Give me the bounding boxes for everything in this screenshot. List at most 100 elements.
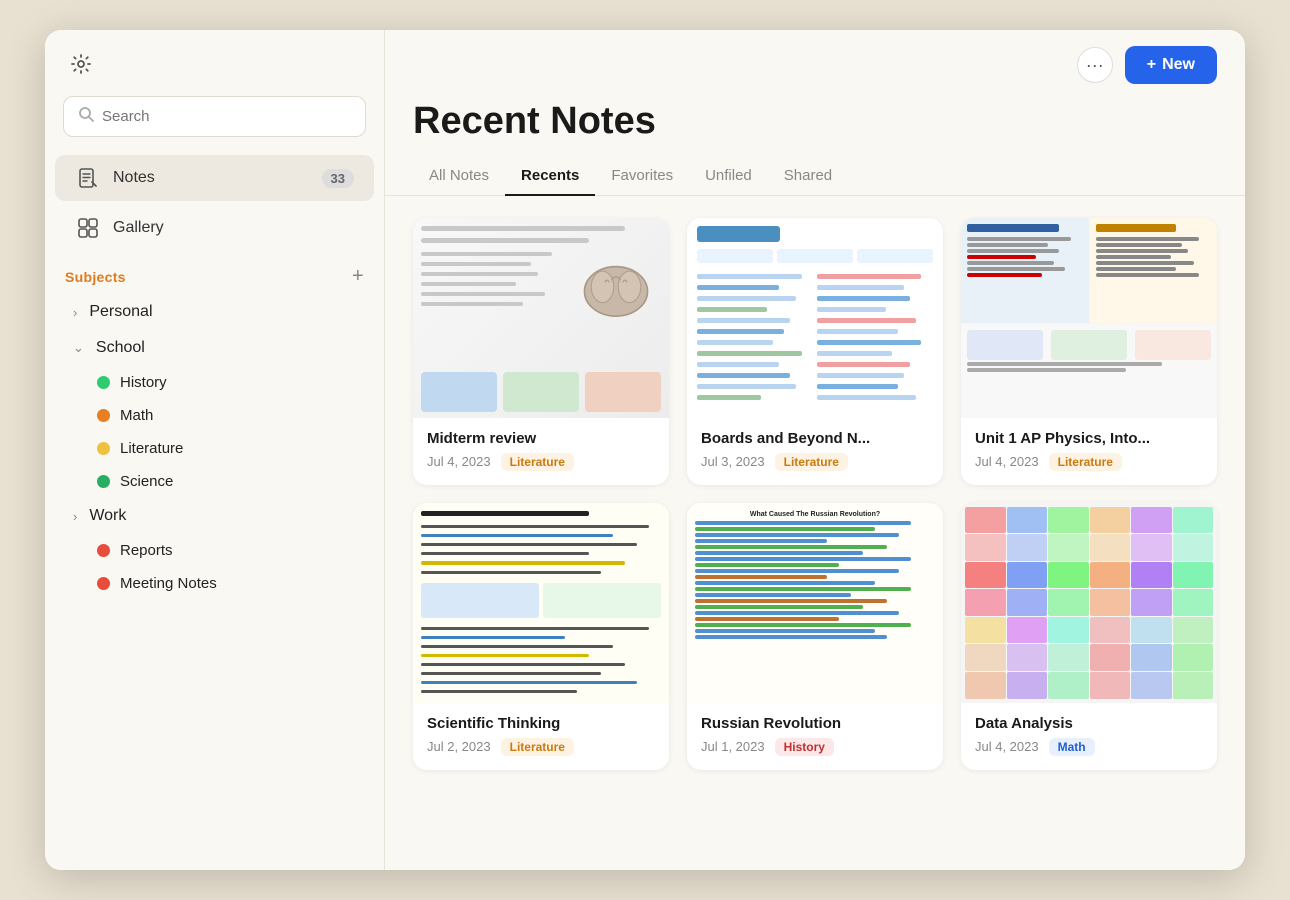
reports-label: Reports bbox=[120, 542, 173, 559]
chevron-down-icon: ⌄ bbox=[73, 340, 84, 356]
note-thumbnail-2 bbox=[687, 218, 943, 418]
note-title-4: Scientific Thinking bbox=[427, 715, 655, 732]
note-card-midterm[interactable]: Midterm review Jul 4, 2023 Literature bbox=[413, 218, 669, 485]
tab-shared[interactable]: Shared bbox=[768, 159, 848, 196]
note-card-russian[interactable]: What Caused The Russian Revolution? bbox=[687, 503, 943, 770]
note-date-1: Jul 4, 2023 bbox=[427, 454, 491, 469]
chevron-right-icon-work: › bbox=[73, 509, 77, 524]
note-meta-1: Jul 4, 2023 Literature bbox=[427, 453, 655, 471]
note-date-2: Jul 3, 2023 bbox=[701, 454, 765, 469]
note-thumbnail-4 bbox=[413, 503, 669, 703]
note-title-6: Data Analysis bbox=[975, 715, 1203, 732]
note-meta-6: Jul 4, 2023 Math bbox=[975, 738, 1203, 756]
note-info-6: Data Analysis Jul 4, 2023 Math bbox=[961, 703, 1217, 770]
note-meta-3: Jul 4, 2023 Literature bbox=[975, 453, 1203, 471]
note-date-6: Jul 4, 2023 bbox=[975, 739, 1039, 754]
subjects-header: Subjects + bbox=[45, 253, 384, 294]
sidebar-item-literature[interactable]: Literature bbox=[51, 432, 378, 465]
note-date-5: Jul 1, 2023 bbox=[701, 739, 765, 754]
note-meta-4: Jul 2, 2023 Literature bbox=[427, 738, 655, 756]
subjects-label: Subjects bbox=[65, 269, 126, 285]
math-dot bbox=[97, 409, 110, 422]
note-tag-4: Literature bbox=[501, 738, 574, 756]
note-thumbnail-1 bbox=[413, 218, 669, 418]
note-title-5: Russian Revolution bbox=[701, 715, 929, 732]
more-options-button[interactable]: ··· bbox=[1077, 47, 1113, 83]
note-info-5: Russian Revolution Jul 1, 2023 History bbox=[687, 703, 943, 770]
note-info-4: Scientific Thinking Jul 2, 2023 Literatu… bbox=[413, 703, 669, 770]
page-title: Recent Notes bbox=[385, 100, 1245, 159]
tab-recents[interactable]: Recents bbox=[505, 159, 595, 196]
topbar: ··· + New bbox=[385, 30, 1245, 100]
search-icon bbox=[78, 106, 94, 127]
note-tag-5: History bbox=[775, 738, 834, 756]
notes-icon bbox=[75, 165, 101, 191]
history-label: History bbox=[120, 374, 167, 391]
note-title-3: Unit 1 AP Physics, Into... bbox=[975, 430, 1203, 447]
literature-label: Literature bbox=[120, 440, 183, 457]
sidebar-item-meeting-notes[interactable]: Meeting Notes bbox=[51, 567, 378, 600]
sidebar-item-science[interactable]: Science bbox=[51, 465, 378, 498]
note-info-1: Midterm review Jul 4, 2023 Literature bbox=[413, 418, 669, 485]
note-title-1: Midterm review bbox=[427, 430, 655, 447]
personal-label: Personal bbox=[89, 303, 152, 321]
meeting-notes-label: Meeting Notes bbox=[120, 575, 217, 592]
sidebar-item-work[interactable]: › Work bbox=[51, 498, 378, 534]
settings-icon[interactable] bbox=[65, 48, 97, 80]
note-tag-2: Literature bbox=[775, 453, 848, 471]
note-card-boards[interactable]: Boards and Beyond N... Jul 3, 2023 Liter… bbox=[687, 218, 943, 485]
search-bar[interactable] bbox=[63, 96, 366, 137]
plus-icon: + bbox=[1147, 56, 1156, 74]
note-date-4: Jul 2, 2023 bbox=[427, 739, 491, 754]
note-meta-2: Jul 3, 2023 Literature bbox=[701, 453, 929, 471]
note-card-data[interactable]: Data Analysis Jul 4, 2023 Math bbox=[961, 503, 1217, 770]
note-date-3: Jul 4, 2023 bbox=[975, 454, 1039, 469]
note-tag-3: Literature bbox=[1049, 453, 1122, 471]
new-label: New bbox=[1162, 56, 1195, 74]
sidebar-item-personal[interactable]: › Personal bbox=[51, 294, 378, 330]
sidebar-item-school[interactable]: ⌄ School bbox=[51, 330, 378, 366]
note-tag-6: Math bbox=[1049, 738, 1095, 756]
notes-badge: 33 bbox=[322, 169, 354, 188]
note-thumbnail-5: What Caused The Russian Revolution? bbox=[687, 503, 943, 703]
tab-all-notes[interactable]: All Notes bbox=[413, 159, 505, 196]
note-thumbnail-6 bbox=[961, 503, 1217, 703]
note-info-2: Boards and Beyond N... Jul 3, 2023 Liter… bbox=[687, 418, 943, 485]
sidebar-item-notes[interactable]: Notes 33 bbox=[55, 155, 374, 201]
sidebar-item-gallery[interactable]: Gallery bbox=[55, 205, 374, 251]
note-thumbnail-3 bbox=[961, 218, 1217, 418]
note-meta-5: Jul 1, 2023 History bbox=[701, 738, 929, 756]
tabs-bar: All Notes Recents Favorites Unfiled Shar… bbox=[385, 159, 1245, 196]
literature-dot bbox=[97, 442, 110, 455]
more-icon: ··· bbox=[1086, 55, 1104, 76]
work-label: Work bbox=[89, 507, 126, 525]
sidebar-item-history[interactable]: History bbox=[51, 366, 378, 399]
sidebar: Notes 33 Gallery Subjects + › Personal bbox=[45, 30, 385, 870]
gallery-icon bbox=[75, 215, 101, 241]
reports-dot bbox=[97, 544, 110, 557]
math-label: Math bbox=[120, 407, 153, 424]
science-dot bbox=[97, 475, 110, 488]
sidebar-item-math[interactable]: Math bbox=[51, 399, 378, 432]
notes-label: Notes bbox=[113, 169, 155, 187]
school-label: School bbox=[96, 339, 145, 357]
tab-favorites[interactable]: Favorites bbox=[595, 159, 689, 196]
new-note-button[interactable]: + New bbox=[1125, 46, 1217, 84]
sidebar-item-reports[interactable]: Reports bbox=[51, 534, 378, 567]
note-tag-1: Literature bbox=[501, 453, 574, 471]
history-dot bbox=[97, 376, 110, 389]
meeting-notes-dot bbox=[97, 577, 110, 590]
science-label: Science bbox=[120, 473, 173, 490]
gallery-label: Gallery bbox=[113, 219, 164, 237]
search-input[interactable] bbox=[102, 108, 351, 125]
note-card-scientific[interactable]: Scientific Thinking Jul 2, 2023 Literatu… bbox=[413, 503, 669, 770]
note-title-2: Boards and Beyond N... bbox=[701, 430, 929, 447]
tab-unfiled[interactable]: Unfiled bbox=[689, 159, 768, 196]
chevron-right-icon: › bbox=[73, 305, 77, 320]
app-window: Notes 33 Gallery Subjects + › Personal bbox=[45, 30, 1245, 870]
main-content: ··· + New Recent Notes All Notes Recents… bbox=[385, 30, 1245, 870]
note-card-physics[interactable]: Unit 1 AP Physics, Into... Jul 4, 2023 L… bbox=[961, 218, 1217, 485]
sidebar-top bbox=[45, 30, 384, 92]
note-info-3: Unit 1 AP Physics, Into... Jul 4, 2023 L… bbox=[961, 418, 1217, 485]
add-subject-button[interactable]: + bbox=[352, 265, 364, 288]
